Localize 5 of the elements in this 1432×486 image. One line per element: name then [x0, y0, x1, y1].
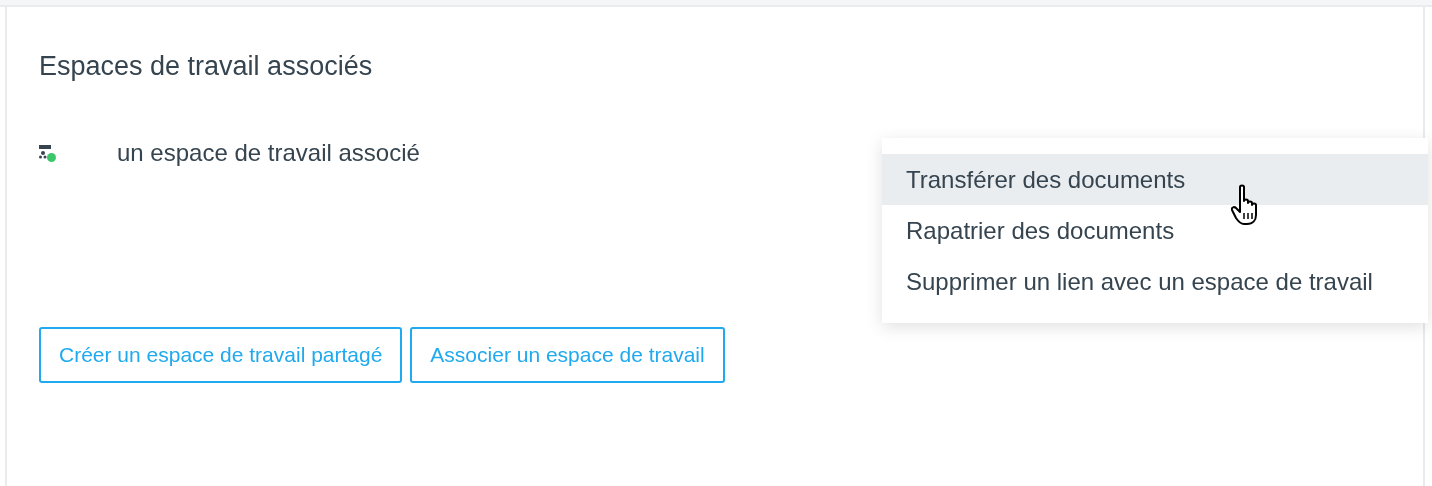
section-title: Espaces de travail associés [39, 51, 373, 81]
menu-item[interactable]: Supprimer un lien avec un espace de travail [882, 256, 1428, 307]
menu-item[interactable]: Rapatrier des documents [882, 205, 1428, 256]
menu-item[interactable]: Transférer des documents [882, 154, 1428, 205]
workspace-name: un espace de travail associé [117, 138, 420, 168]
